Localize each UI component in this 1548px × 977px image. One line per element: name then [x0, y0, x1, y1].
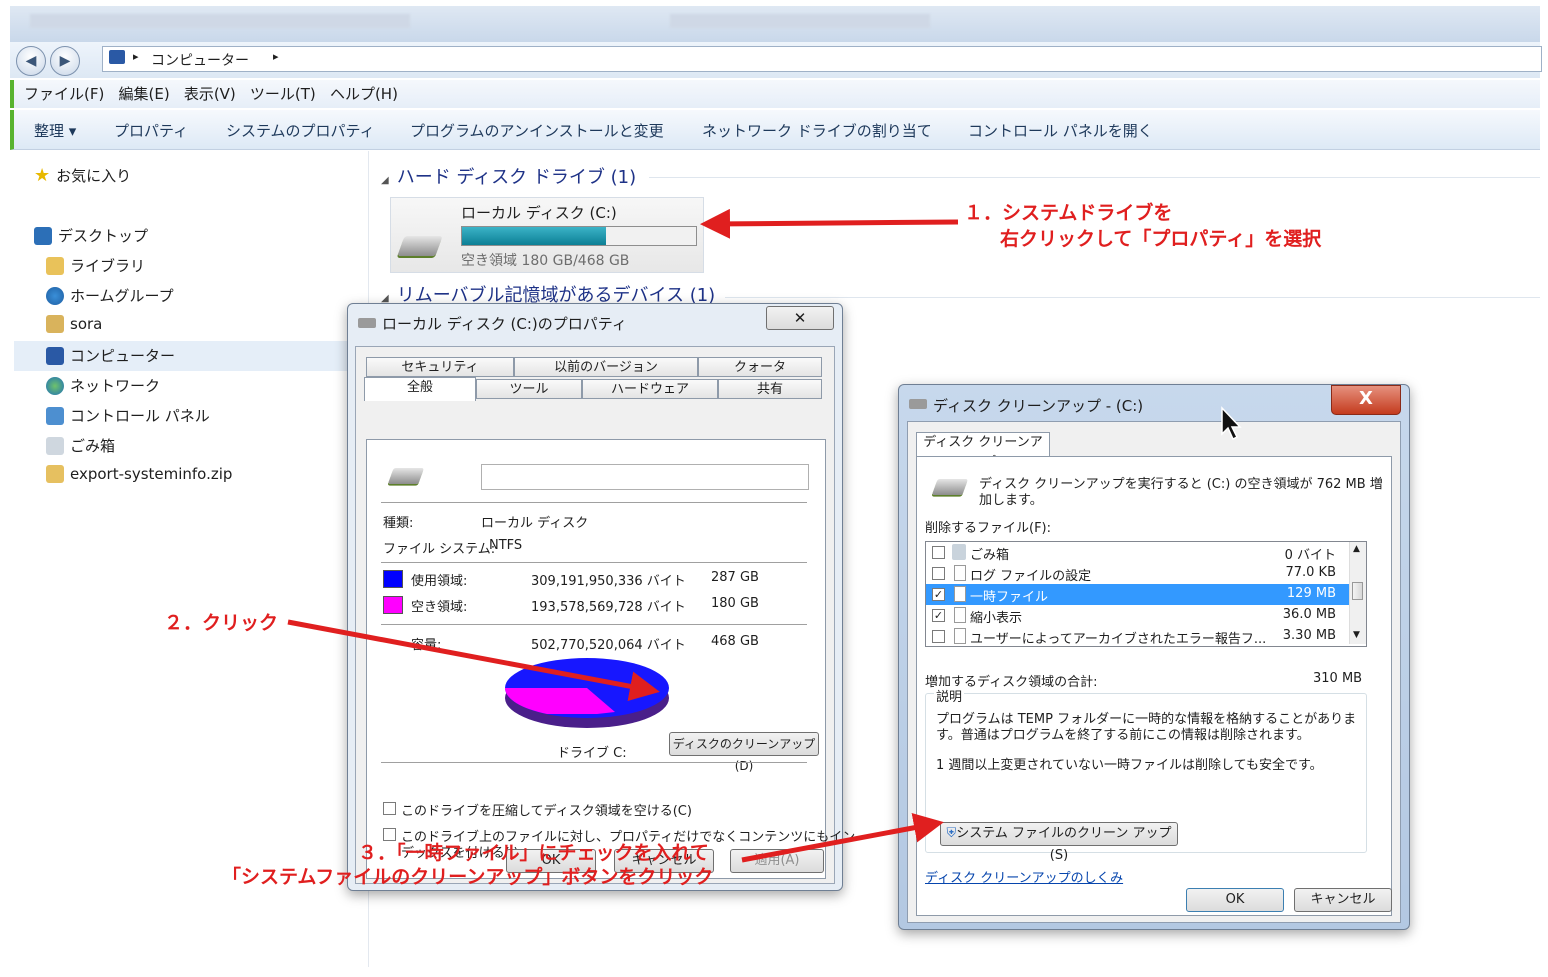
arrow-step1 — [700, 208, 959, 239]
arrow-step3 — [741, 812, 944, 863]
arrow-step2 — [287, 619, 660, 702]
annotation-arrows — [287, 208, 959, 863]
annotation-step3-line1: ３．「一時ファイル」にチェックを入れて — [358, 842, 709, 864]
annotation-step3-line2: 「システムファイルのクリーンアップ」ボタンをクリック — [222, 866, 714, 888]
annotation-step1-line2: 右クリックして「プロパティ」を選択 — [1000, 228, 1322, 250]
annotation-step1-line1: １．システムドライブを — [964, 202, 1173, 224]
annotation-step2: ２．クリック — [164, 612, 279, 634]
